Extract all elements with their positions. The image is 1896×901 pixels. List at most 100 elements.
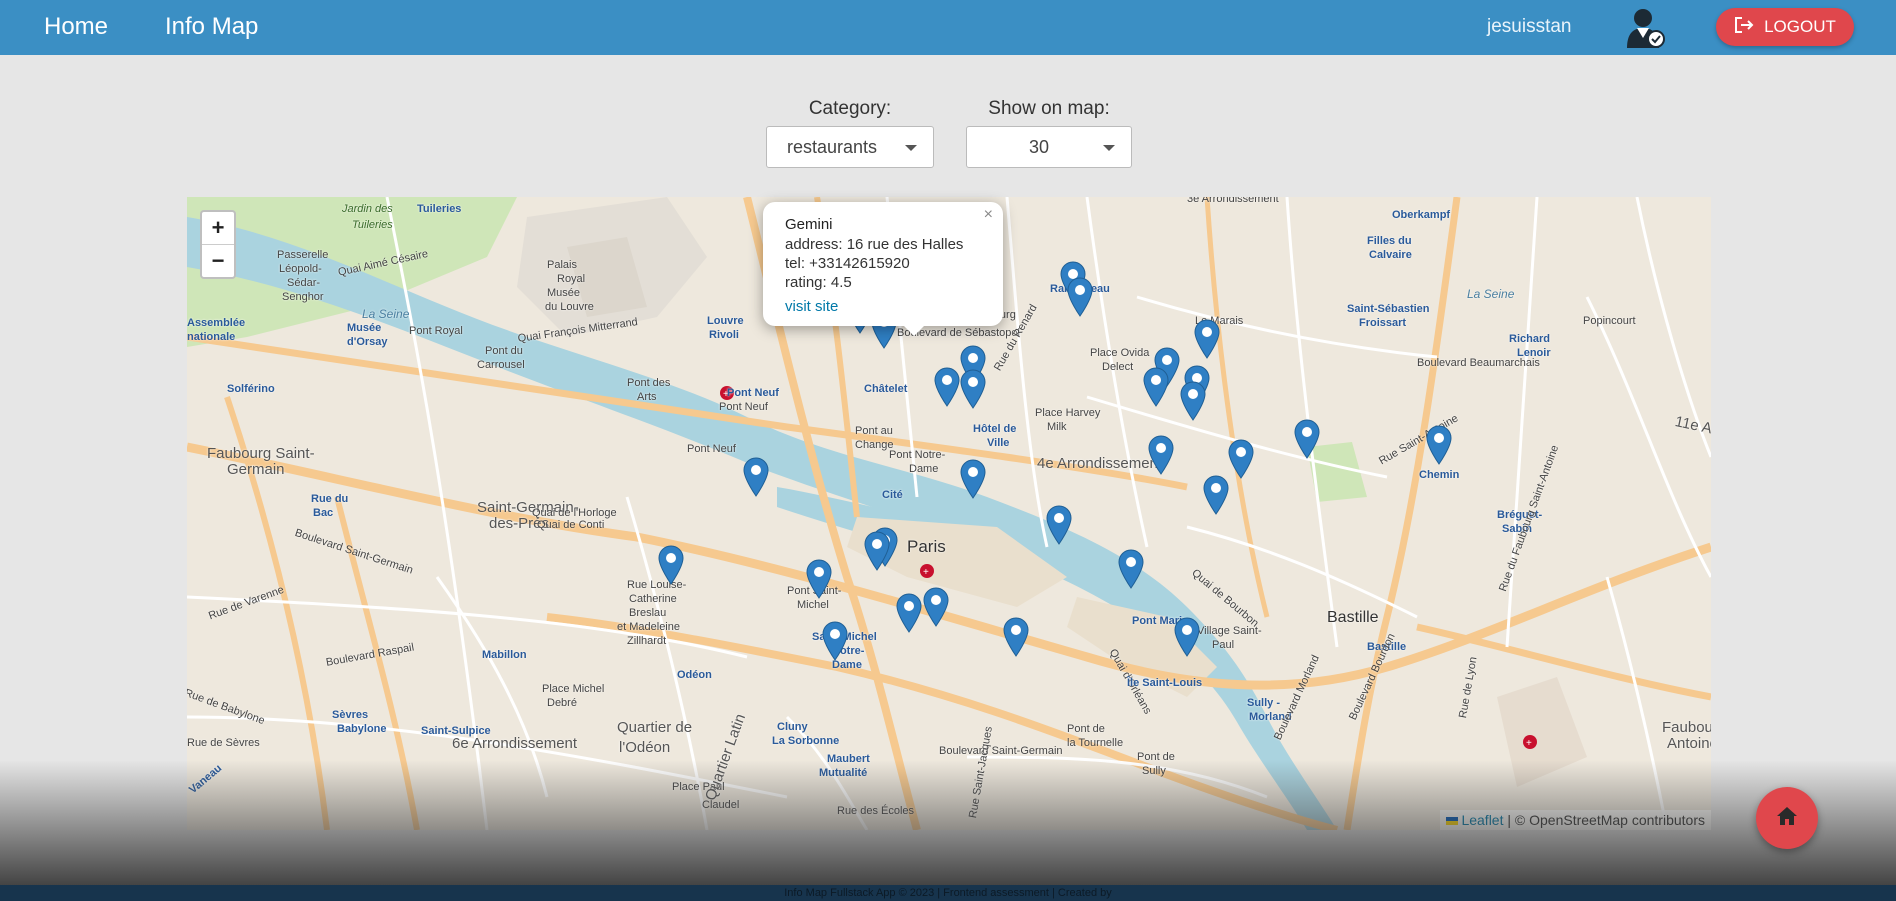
logout-button[interactable]: LOGOUT [1716, 8, 1854, 46]
popup-address: address: 16 rue des Halles [785, 236, 964, 253]
category-select-value: restaurants [787, 136, 878, 157]
map-label: Carrousel [477, 359, 525, 371]
map-label: Delect [1102, 361, 1134, 373]
map-label: Debré [547, 697, 577, 709]
map-label: Pont de [1067, 723, 1105, 735]
zoom-out-button[interactable]: − [202, 244, 234, 277]
map-label: Paul [1212, 639, 1235, 651]
show-on-map-label: Show on map: [988, 98, 1110, 119]
zoom-control: + − [200, 210, 236, 279]
map-label: Pont Notre- [889, 449, 946, 461]
map-label: Pont des [627, 377, 671, 389]
map-label: Boulevard Beaumarchais [1417, 357, 1540, 369]
map-marker-icon[interactable] [1426, 425, 1452, 465]
map-marker-icon[interactable] [1118, 549, 1144, 589]
map-label: Place Harvey [1035, 407, 1101, 419]
map-marker-icon[interactable] [1194, 319, 1220, 359]
map-label: Passerelle [277, 249, 329, 261]
map-label: Michel [797, 599, 829, 611]
map-marker-icon[interactable] [1067, 277, 1093, 317]
leaflet-link[interactable]: Leaflet [1461, 812, 1503, 828]
popup-close-button[interactable]: × [984, 206, 993, 224]
footer-text: Info Map Fullstack App © 2023 | Frontend… [784, 887, 1112, 899]
map-label: Mutualité [819, 767, 868, 779]
map-label: Faubourg Saint- [207, 445, 315, 462]
top-navbar: Home Info Map jesuisstan LOGOUT [0, 0, 1896, 55]
map-label: Chemin [1419, 469, 1460, 481]
map-label: Rue des Écoles [837, 805, 915, 817]
map-marker-icon[interactable] [743, 457, 769, 497]
map-label: Pont du [485, 345, 523, 357]
map-label: Musée [547, 287, 581, 299]
nav-infomap-link[interactable]: Info Map [165, 13, 258, 41]
map-marker-icon[interactable] [822, 621, 848, 661]
map-label: Froissart [1359, 317, 1407, 329]
map-label: Change [855, 439, 894, 451]
map-marker-icon[interactable] [1003, 617, 1029, 657]
map-label: Richard [1509, 333, 1550, 345]
home-fab-button[interactable] [1756, 787, 1818, 849]
map-label: l'Odéon [619, 739, 671, 756]
map-label: Rivoli [709, 329, 739, 341]
map-label: Boulevard Saint-Germain [939, 745, 1063, 757]
map-marker-icon[interactable] [960, 459, 986, 499]
map-label: Bac [313, 507, 334, 519]
map-marker-icon[interactable] [1294, 419, 1320, 459]
map-marker-icon[interactable] [923, 587, 949, 627]
popup-title: Gemini [785, 216, 833, 233]
map-marker-icon[interactable] [1148, 435, 1174, 475]
map-label: Jardin des [342, 203, 393, 215]
map-label: La Seine [362, 307, 410, 321]
map-marker-icon[interactable] [658, 545, 684, 585]
map-label: Louvre [707, 315, 744, 327]
map-label: Place Ovida [1090, 347, 1150, 359]
map-label: Pont Royal [409, 325, 463, 337]
nav-home-link[interactable]: Home [44, 13, 108, 41]
map-label: Place Michel [542, 683, 605, 695]
map-marker-icon[interactable] [896, 593, 922, 633]
popup-tel: tel: +33142615920 [785, 255, 910, 272]
osm-attribution-text: | © OpenStreetMap contributors [1503, 812, 1705, 828]
map-label: Sully [1142, 765, 1166, 777]
zoom-in-button[interactable]: + [202, 212, 234, 244]
category-select[interactable]: restaurants [766, 126, 934, 168]
user-verified-icon[interactable] [1623, 4, 1667, 50]
map-marker-icon[interactable] [806, 559, 832, 599]
map-label: Odéon [677, 669, 712, 681]
popup-visit-site-link[interactable]: visit site [785, 298, 838, 315]
map-marker-icon[interactable] [1228, 439, 1254, 479]
map-marker-icon[interactable] [1046, 505, 1072, 545]
chevron-down-icon [1103, 145, 1115, 151]
map-label: Rue de Sèvres [187, 737, 260, 749]
home-icon [1776, 806, 1798, 831]
map-label: Assemblée [187, 317, 246, 329]
map-marker-icon[interactable] [1174, 617, 1200, 657]
map-label: Sully - [1247, 697, 1281, 709]
map-marker-icon[interactable] [1180, 381, 1206, 421]
map-label: Hôtel de [973, 423, 1017, 435]
chevron-down-icon [905, 145, 917, 151]
map-marker-icon[interactable] [934, 367, 960, 407]
map-label: Quai de Conti [537, 519, 605, 531]
popup-rating: rating: 4.5 [785, 274, 852, 291]
map-label: Paris [907, 537, 946, 556]
map-label: Palais [547, 259, 577, 271]
map-marker-icon[interactable] [960, 369, 986, 409]
map-marker-icon[interactable] [1143, 367, 1169, 407]
map-label: Ville [987, 437, 1010, 449]
map-label: Royal [557, 273, 586, 285]
show-count-select[interactable]: 30 [966, 126, 1132, 168]
map-label: Tuileries [352, 219, 393, 231]
map-label: Popincourt [1583, 315, 1636, 327]
map-marker-icon[interactable] [864, 531, 890, 571]
map-label: Oberkampf [1392, 209, 1451, 221]
map-label: Antoine [1667, 735, 1711, 752]
map-label: Cluny [777, 721, 808, 733]
map-label: Mabillon [482, 649, 527, 661]
map-marker-icon[interactable] [1203, 475, 1229, 515]
map-label: Calvaire [1369, 249, 1412, 261]
map-label: Zillhardt [627, 635, 667, 647]
ukraine-flag-icon [1446, 817, 1459, 825]
map-label: Catherine [629, 593, 677, 605]
show-count-value: 30 [1029, 136, 1050, 157]
